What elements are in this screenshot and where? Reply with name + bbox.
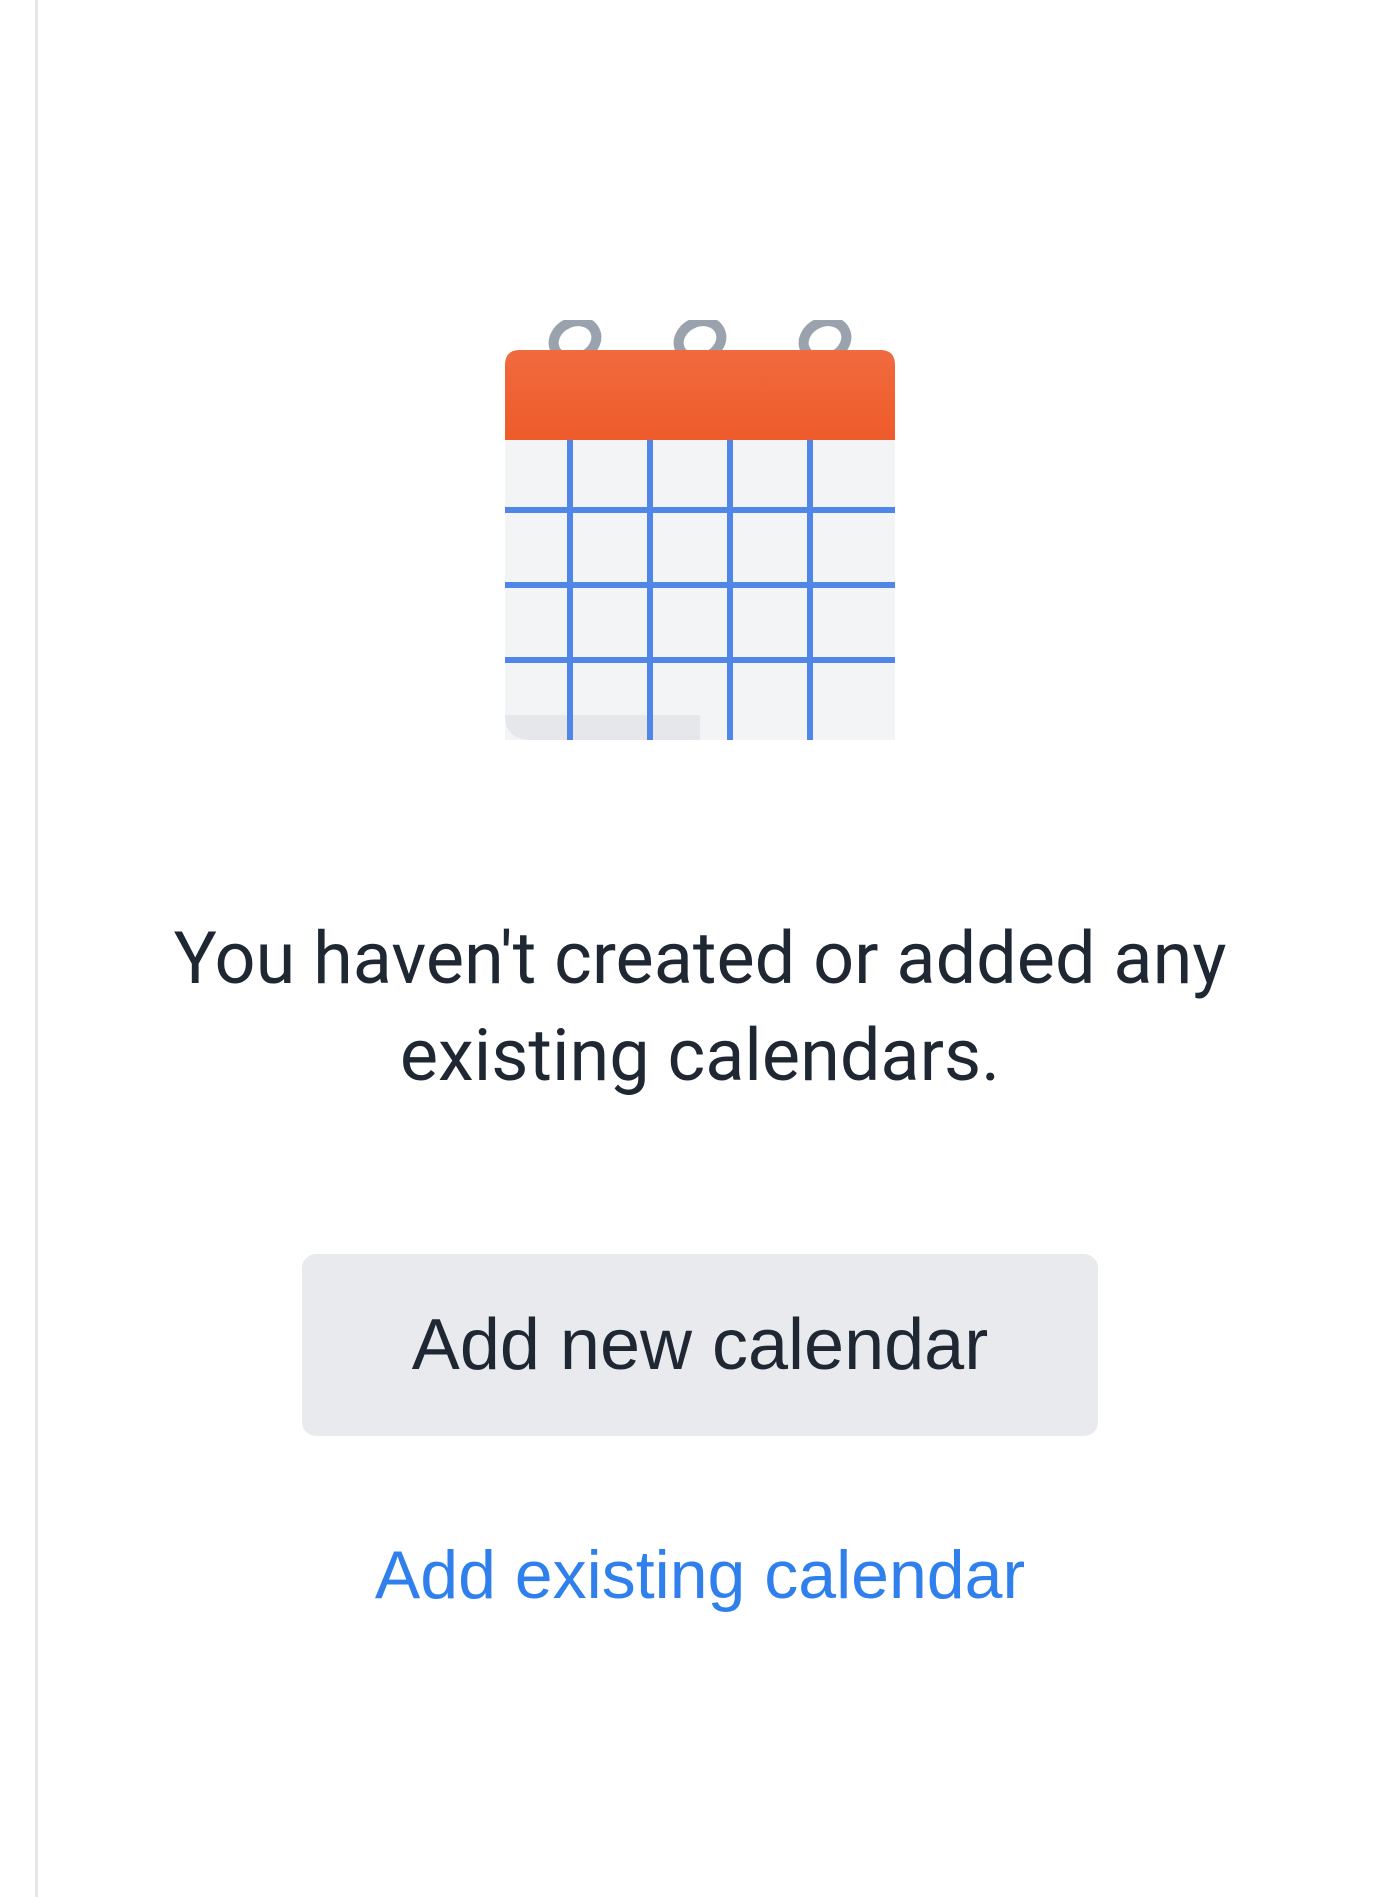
calendar-icon [500, 320, 900, 750]
add-new-calendar-button[interactable]: Add new calendar [302, 1254, 1098, 1436]
empty-state-message: You haven't created or added any existin… [125, 910, 1275, 1104]
calendar-empty-state: You haven't created or added any existin… [35, 0, 1365, 1624]
add-existing-calendar-link[interactable]: Add existing calendar [365, 1526, 1035, 1624]
